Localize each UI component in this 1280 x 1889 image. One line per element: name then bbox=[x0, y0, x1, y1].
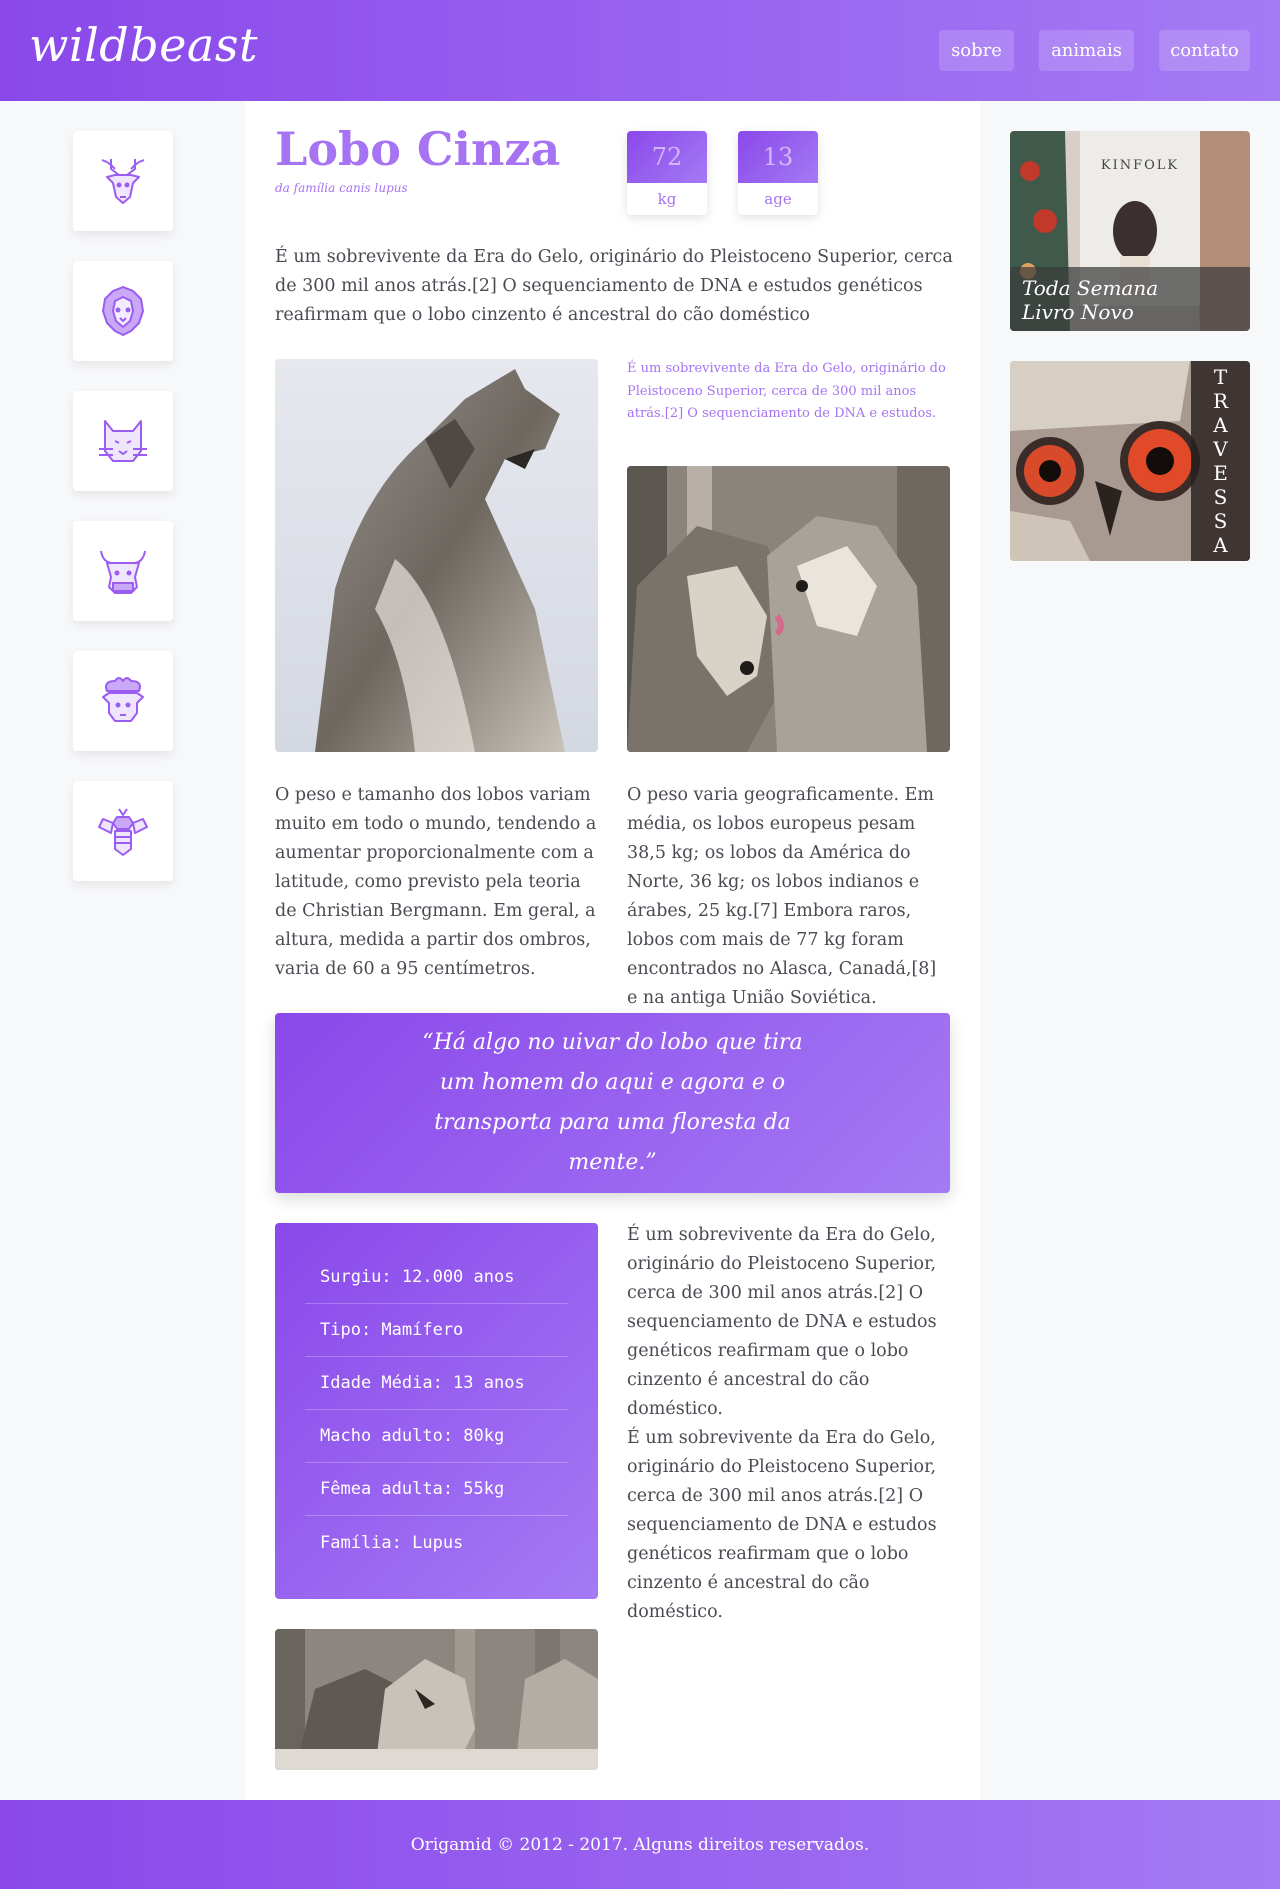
ad-letter: A bbox=[1213, 533, 1228, 557]
deer-icon bbox=[101, 159, 145, 204]
ad-letter: S bbox=[1213, 485, 1228, 509]
ad-letter: T bbox=[1213, 365, 1228, 389]
fact-item: Tipo: Mamífero bbox=[305, 1304, 568, 1357]
facts-list: Surgiu: 12.000 anos Tipo: Mamífero Idade… bbox=[275, 1223, 598, 1599]
lion-icon bbox=[102, 286, 144, 336]
fact-item: Idade Média: 13 anos bbox=[305, 1357, 568, 1410]
howling-wolf-image bbox=[275, 359, 598, 752]
quote-block: “Há algo no uivar do lobo que tira um ho… bbox=[275, 1013, 950, 1193]
paragraph-weight: O peso varia geograficamente. Em média, … bbox=[627, 785, 937, 1008]
ad-kinfolk-book-label: KINFOLK bbox=[1101, 158, 1179, 173]
sidebar-item-bull[interactable] bbox=[73, 521, 173, 621]
quote-text: “Há algo no uivar do lobo que tira um ho… bbox=[422, 1030, 803, 1175]
stat-weight-value: 72 bbox=[627, 131, 707, 183]
ad-letter: S bbox=[1213, 509, 1228, 533]
nav-contato[interactable]: contato bbox=[1159, 30, 1250, 71]
bee-icon bbox=[98, 808, 148, 856]
fact-item: Surgiu: 12.000 anos bbox=[305, 1251, 568, 1304]
sidebar-item-deer[interactable] bbox=[73, 131, 173, 231]
wolves-fighting-image bbox=[275, 1629, 598, 1770]
cat-icon bbox=[99, 420, 147, 462]
ad-letter: E bbox=[1213, 461, 1228, 485]
wolves-pair-image bbox=[627, 466, 950, 752]
footer-copyright: Origamid © 2012 - 2017. Alguns direitos … bbox=[410, 1834, 870, 1855]
side-paragraph-2: É um sobrevivente da Era do Gelo, origin… bbox=[627, 1428, 937, 1622]
page-subtitle: da família canis lupus bbox=[275, 181, 408, 195]
ad-kinfolk[interactable]: KINFOLK Toda Semana Livro Novo bbox=[1010, 131, 1250, 331]
ad-caption-line: Toda Semana bbox=[1022, 276, 1159, 300]
nav-sobre[interactable]: sobre bbox=[939, 30, 1014, 71]
site-footer: Origamid © 2012 - 2017. Alguns direitos … bbox=[0, 1800, 1280, 1889]
fact-item: Família: Lupus bbox=[320, 1532, 464, 1553]
bull-icon bbox=[100, 550, 146, 594]
side-paragraph-1: É um sobrevivente da Era do Gelo, origin… bbox=[627, 1225, 937, 1419]
paragraph-size: O peso e tamanho dos lobos variam muito … bbox=[275, 785, 597, 979]
stat-weight-label: kg bbox=[657, 190, 677, 208]
image-caption: É um sobrevivente da Era do Gelo, origin… bbox=[627, 361, 946, 421]
nav-animais[interactable]: animais bbox=[1039, 30, 1134, 71]
ad-caption-line: Livro Novo bbox=[1022, 300, 1134, 324]
sidebar-item-sheep[interactable] bbox=[73, 651, 173, 751]
ad-letter: A bbox=[1213, 413, 1228, 437]
sidebar-item-bee[interactable] bbox=[73, 781, 173, 881]
fact-item: Macho adulto: 80kg bbox=[305, 1410, 568, 1463]
fact-item: Fêmea adulta: 55kg bbox=[305, 1463, 568, 1516]
sheep-icon bbox=[102, 677, 144, 722]
intro-paragraph: É um sobrevivente da Era do Gelo, origin… bbox=[275, 247, 953, 325]
page-title: Lobo Cinza bbox=[275, 122, 561, 176]
stat-age-value: 13 bbox=[738, 131, 818, 183]
ad-kinfolk-caption: Toda Semana Livro Novo bbox=[1010, 267, 1250, 331]
stat-weight: 72 kg bbox=[627, 131, 707, 215]
ad-letter: V bbox=[1213, 437, 1228, 461]
site-header: wildbeast sobre animais contato bbox=[0, 0, 1280, 101]
ad-letter: R bbox=[1212, 389, 1229, 413]
stat-age-label: age bbox=[764, 190, 792, 208]
stat-age: 13 age bbox=[738, 131, 818, 215]
sidebar-item-lion[interactable] bbox=[73, 261, 173, 361]
site-logo[interactable]: wildbeast bbox=[29, 18, 258, 72]
ad-travessa-label: T R A V E S S A bbox=[1191, 361, 1250, 561]
ad-travessa[interactable]: T R A V E S S A bbox=[1010, 361, 1250, 561]
sidebar-item-cat[interactable] bbox=[73, 391, 173, 491]
